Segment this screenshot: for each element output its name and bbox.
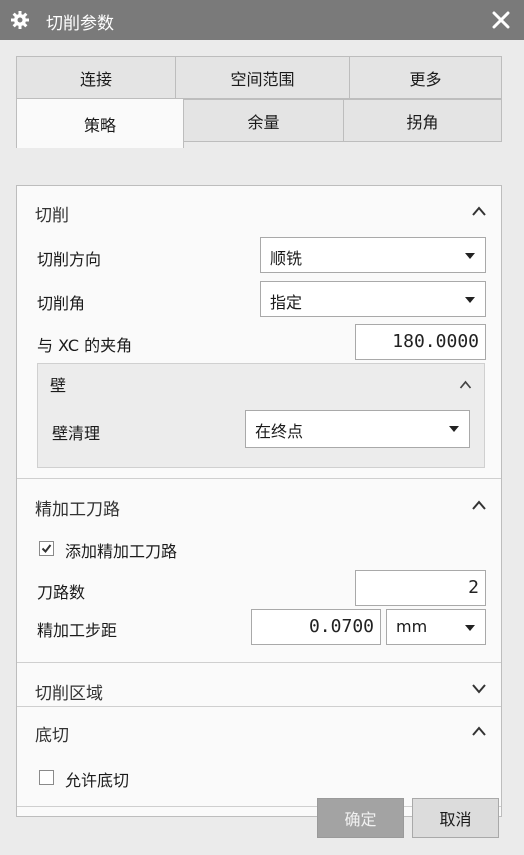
section-header-undercut[interactable]: 底切 [17, 712, 501, 750]
chevron-down-icon [465, 625, 475, 631]
select-value: 顺铣 [270, 249, 303, 268]
section-title: 切削 [35, 206, 69, 226]
cut-angle-label: 切削角 [37, 294, 86, 313]
section-header-finish[interactable]: 精加工刀路 [17, 486, 501, 524]
chevron-down-icon [465, 253, 475, 259]
tab-label: 余量 [247, 112, 280, 132]
select-value: mm [396, 617, 428, 636]
select-value: 在终点 [255, 422, 304, 441]
chevron-up-icon [471, 724, 487, 738]
title-bar: 切削参数 [0, 0, 524, 40]
tab-label: 拐角 [406, 112, 439, 132]
tab-more[interactable]: 更多 [349, 56, 502, 99]
gear-icon [10, 10, 30, 30]
section-header-cut-region[interactable]: 切削区域 [17, 670, 501, 708]
finish-stepover-input[interactable]: 0.0700 [251, 609, 381, 645]
wall-cleanup-label: 壁清理 [52, 424, 101, 443]
allow-undercut-checkbox[interactable] [39, 770, 54, 785]
section-title: 精加工刀路 [35, 500, 120, 520]
chevron-down-icon [449, 426, 459, 432]
tab-label: 空间范围 [230, 69, 295, 89]
tab-stock[interactable]: 余量 [183, 99, 344, 142]
pass-count-input[interactable]: 2 [355, 570, 486, 606]
section-header-cut[interactable]: 切削 [17, 192, 501, 230]
tab-connect[interactable]: 连接 [16, 56, 176, 99]
finish-stepover-label: 精加工步距 [37, 621, 118, 640]
button-label: 取消 [439, 810, 472, 829]
window-title: 切削参数 [46, 14, 114, 34]
xc-angle-label: 与 XC 的夹角 [37, 336, 133, 355]
close-icon[interactable] [490, 9, 512, 31]
subgroup-title: 壁 [50, 376, 67, 395]
allow-undercut-label: 允许底切 [65, 771, 130, 790]
wall-cleanup-select[interactable]: 在终点 [245, 410, 470, 448]
chevron-down-icon [471, 682, 487, 696]
tab-label: 更多 [409, 69, 442, 89]
select-value: 指定 [270, 293, 303, 312]
cut-direction-label: 切削方向 [37, 250, 102, 269]
pass-count-label: 刀路数 [37, 583, 86, 602]
ok-button[interactable]: 确定 [317, 798, 404, 838]
button-label: 确定 [344, 810, 377, 829]
cancel-button[interactable]: 取消 [412, 798, 499, 838]
cut-angle-select[interactable]: 指定 [260, 281, 486, 317]
tab-label: 连接 [79, 69, 112, 89]
section-title: 切削区域 [35, 684, 103, 704]
add-finish-pass-label: 添加精加工刀路 [65, 542, 178, 561]
chevron-up-icon [471, 204, 487, 218]
tab-label: 策略 [83, 115, 116, 135]
wall-subgroup: 壁 壁清理 在终点 [37, 363, 485, 468]
chevron-up-icon[interactable] [459, 376, 472, 394]
section-title: 底切 [35, 726, 69, 746]
add-finish-pass-checkbox[interactable] [39, 541, 54, 556]
section-divider [17, 662, 501, 663]
chevron-up-icon [471, 498, 487, 512]
section-divider [17, 478, 501, 479]
dialog-body: 连接 空间范围 更多 策略 余量 拐角 切削 切削方向 顺铣 切削角 指定 与 … [0, 40, 524, 855]
tab-corner[interactable]: 拐角 [343, 99, 502, 142]
tab-strategy[interactable]: 策略 [16, 98, 184, 148]
strategy-panel: 切削 切削方向 顺铣 切削角 指定 与 XC 的夹角 180.0000 壁 壁清… [16, 185, 502, 817]
stepover-unit-select[interactable]: mm [386, 609, 486, 645]
tab-spatial-range[interactable]: 空间范围 [175, 56, 350, 99]
chevron-down-icon [465, 297, 475, 303]
xc-angle-input[interactable]: 180.0000 [355, 324, 486, 360]
cut-direction-select[interactable]: 顺铣 [260, 237, 486, 273]
section-divider [17, 706, 501, 707]
